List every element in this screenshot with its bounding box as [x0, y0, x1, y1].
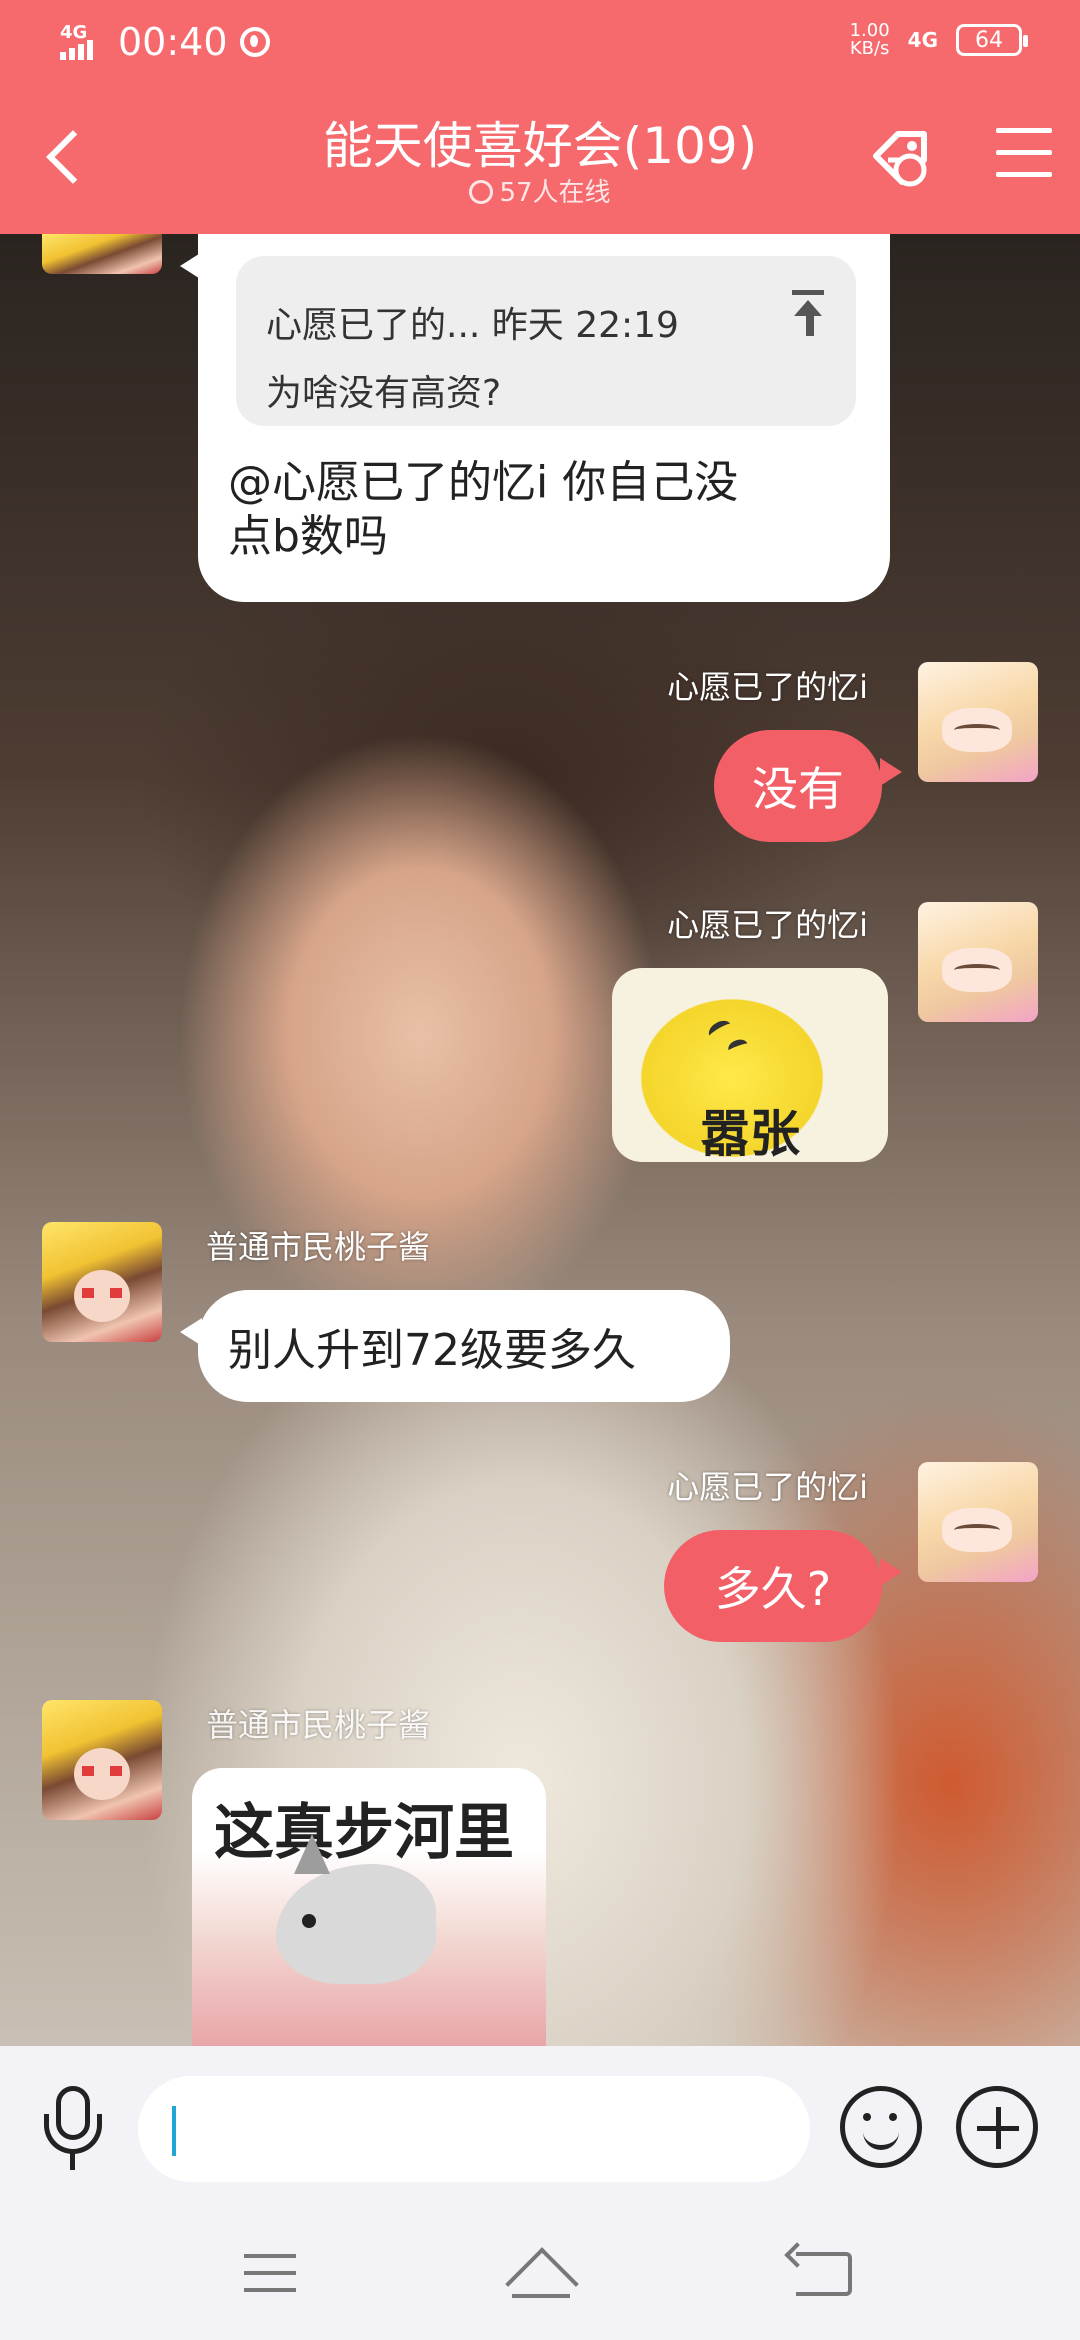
sender-name: 心愿已了的忆i [667, 906, 868, 944]
speed-unit: KB/s [849, 38, 890, 59]
message-input[interactable] [138, 2076, 810, 2182]
globe-icon [239, 27, 270, 57]
message-text: 别人升到72级要多久 [228, 1325, 636, 1376]
plus-circle-icon[interactable] [956, 2086, 1038, 2168]
hamburger-icon [996, 128, 1052, 177]
network-speed: 1.00 KB/s [850, 22, 890, 58]
network-type-right: 4G [907, 28, 938, 52]
avatar[interactable] [918, 1462, 1038, 1582]
avatar[interactable] [42, 1222, 162, 1342]
text-caret [172, 2106, 176, 2156]
sender-name: 心愿已了的忆i [667, 668, 868, 706]
sender-name: 普通市民桃子酱 [206, 1228, 431, 1266]
input-bar [0, 2046, 1080, 2206]
quoted-text: 为啥没有高资? [266, 373, 502, 414]
home-button[interactable] [506, 2244, 576, 2300]
chat-header: 4G 00:40 1.00 KB/s 4G 64 能天使喜好会(109) 57人… [0, 0, 1080, 234]
check-circle-icon [469, 180, 494, 204]
reply-text: @心愿已了的忆i 你自己没 点b数吗 [228, 456, 738, 564]
quoted-message[interactable]: 心愿已了的... 昨天 22:19 为啥没有高资? [236, 256, 856, 426]
sticker-message[interactable]: 嚣张 [612, 968, 888, 1162]
avatar[interactable] [42, 1700, 162, 1820]
sender-name: 普通市民桃子酱 [206, 1706, 431, 1744]
reply-text-line1: @心愿已了的忆i 你自己没 [228, 457, 739, 508]
tag-icon [873, 131, 927, 187]
group-tag-button[interactable] [868, 126, 934, 188]
signal-icon: 4G [60, 22, 106, 62]
quoted-header: 心愿已了的... 昨天 22:19 [266, 305, 679, 346]
system-nav-bar [0, 2206, 1080, 2340]
message-bubble-self[interactable]: 多久? [664, 1530, 882, 1642]
battery-level: 64 [975, 27, 1003, 53]
status-bar: 4G 00:40 1.00 KB/s 4G 64 [0, 0, 1080, 84]
message-text: 多久? [714, 1562, 832, 1616]
system-back-button[interactable] [796, 2252, 852, 2296]
recent-apps-button[interactable] [244, 2254, 296, 2294]
sticker-face [702, 1014, 762, 1064]
clock: 00:40 [118, 20, 228, 64]
reply-text-line2: 点b数吗 [228, 511, 388, 562]
message-bubble-quote-reply[interactable]: 心愿已了的... 昨天 22:19 为啥没有高资? @心愿已了的忆i 你自己没 … [198, 234, 890, 602]
sticker-message[interactable]: 这真步河里 [192, 1768, 546, 2046]
sticker-dog [276, 1834, 436, 1984]
message-text: 没有 [752, 762, 844, 816]
message-bubble-other[interactable]: 别人升到72级要多久 [198, 1290, 730, 1402]
menu-button[interactable] [996, 128, 1052, 178]
battery-icon: 64 [956, 24, 1028, 56]
status-right: 1.00 KB/s 4G 64 [850, 22, 1028, 58]
avatar[interactable] [918, 662, 1038, 782]
smiley-icon[interactable] [840, 2086, 922, 2168]
avatar[interactable] [42, 234, 162, 274]
avatar[interactable] [918, 902, 1038, 1022]
sender-name: 心愿已了的忆i [667, 1468, 868, 1506]
online-count-text: 57人在线 [499, 178, 611, 208]
status-left: 4G 00:40 [60, 20, 270, 64]
sticker-caption: 嚣张 [700, 1105, 800, 1162]
message-bubble-self[interactable]: 没有 [714, 730, 882, 842]
sticker-caption: 这真步河里 [214, 1798, 514, 1868]
microphone-icon[interactable] [40, 2086, 106, 2172]
